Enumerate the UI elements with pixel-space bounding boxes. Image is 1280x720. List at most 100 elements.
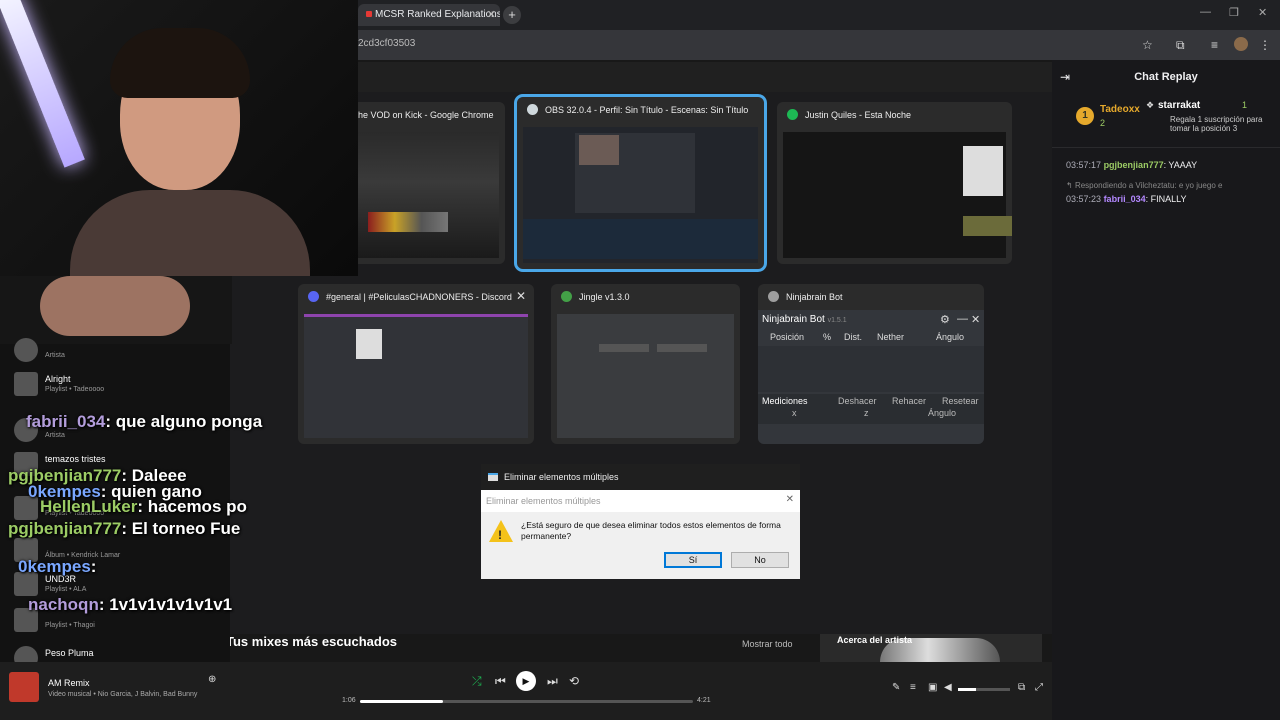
new-tab-button[interactable]: + bbox=[503, 6, 521, 24]
yes-button[interactable]: Sí bbox=[664, 552, 722, 568]
media-controls-icon[interactable]: ≡ bbox=[1211, 38, 1218, 52]
section-title: Tus mixes más escuchados bbox=[226, 634, 398, 649]
spotify-icon bbox=[787, 109, 798, 120]
hand bbox=[40, 276, 190, 336]
leaderboard: 1 Tadeoxx 2 ❖ starrakat 1 Regala 1 suscr… bbox=[1052, 96, 1280, 148]
window-thumbnail bbox=[783, 132, 1012, 258]
meas-col-x: x bbox=[792, 408, 797, 418]
close-window-button[interactable]: ✕ bbox=[516, 289, 526, 303]
miniplayer-icon[interactable]: ⧉ bbox=[1018, 682, 1025, 693]
chat-replay-panel: ⇥ Chat Replay 1 Tadeoxx 2 ❖ starrakat 1 … bbox=[1052, 60, 1280, 720]
previous-icon[interactable]: ⏮ bbox=[495, 674, 506, 689]
rank-badge: 1 bbox=[1076, 107, 1094, 125]
repeat-icon[interactable]: ⟲ bbox=[569, 674, 579, 688]
now-playing-art bbox=[9, 672, 39, 702]
window-discord[interactable]: #general | #PeliculasCHADNONERS - Discor… bbox=[298, 284, 534, 444]
window-title: Justin Quiles - Esta Noche bbox=[805, 110, 912, 120]
no-button[interactable]: No bbox=[731, 552, 789, 568]
window-spotify[interactable]: Justin Quiles - Esta Noche bbox=[777, 102, 1012, 264]
device-icon[interactable]: ▣ bbox=[928, 682, 937, 693]
webcam-secondary bbox=[0, 276, 232, 344]
lyrics-icon[interactable]: ✎ bbox=[892, 682, 900, 693]
gift-user: starrakat bbox=[1158, 100, 1201, 111]
window-title: OBS 32.0.4 - Perfil: Sin Título - Escena… bbox=[545, 105, 749, 115]
bookmark-star-icon[interactable]: ☆ bbox=[1142, 38, 1153, 52]
profile-avatar[interactable] bbox=[1234, 37, 1248, 51]
total-time: 4:21 bbox=[697, 697, 711, 704]
dialog-window-title: Eliminar elementos múltiples bbox=[504, 472, 619, 482]
window-thumbnail bbox=[523, 127, 758, 263]
overlay-chat-line: 0kempes: bbox=[18, 557, 97, 576]
col-dist: Dist. bbox=[844, 332, 862, 342]
volume-slider[interactable] bbox=[958, 688, 1010, 691]
webcam-overlay bbox=[0, 0, 358, 276]
col-percent: % bbox=[823, 332, 832, 342]
overlay-chat-line: pgjbenjian777: El torneo Fue bbox=[8, 519, 241, 538]
col-posicion: Posición bbox=[770, 332, 805, 342]
chat-message: 03:57:17 pgjbenjian777: YAAAY bbox=[1066, 160, 1198, 170]
streamer-body bbox=[70, 190, 310, 276]
shuffle-icon[interactable]: ⤮ bbox=[472, 674, 482, 689]
ring-light bbox=[0, 0, 85, 168]
window-obs[interactable]: OBS 32.0.4 - Perfil: Sin Título - Escena… bbox=[514, 94, 767, 272]
col-nether: Nether bbox=[877, 332, 905, 342]
gift-count: 1 bbox=[1242, 100, 1248, 110]
volume-icon[interactable]: ◀ bbox=[944, 682, 952, 693]
ninjabrain-version: v1.5.1 bbox=[827, 317, 847, 324]
overlay-chat-line: fabrii_034: que alguno ponga bbox=[26, 412, 263, 431]
jingle-icon bbox=[561, 291, 572, 302]
window-title: Ninjabrain Bot bbox=[786, 292, 843, 302]
about-artist-title: Acerca del artista bbox=[837, 635, 913, 645]
window-thumbnail bbox=[557, 314, 734, 438]
measurements-label: Mediciones bbox=[762, 396, 808, 406]
progress-bar[interactable] bbox=[360, 700, 693, 703]
minimize-icon: — bbox=[957, 313, 968, 325]
progress-fill bbox=[360, 700, 444, 703]
window-jingle[interactable]: Jingle v1.3.0 bbox=[551, 284, 740, 444]
now-playing-artists: Video musical • Nio Garcia, J Balvin, Ba… bbox=[48, 691, 198, 698]
now-playing-title: AM Remix bbox=[48, 678, 90, 688]
add-icon[interactable]: ⊕ bbox=[208, 674, 216, 685]
maximize-button[interactable]: ❐ bbox=[1229, 6, 1239, 19]
queue-icon[interactable]: ≡ bbox=[910, 682, 916, 693]
chat-title: Chat Replay bbox=[1134, 71, 1198, 83]
window-icon bbox=[488, 473, 498, 481]
reset-button: Resetear bbox=[942, 396, 979, 406]
discord-icon bbox=[308, 291, 319, 302]
window-thumbnail bbox=[356, 132, 499, 258]
show-all-link[interactable]: Mostrar todo bbox=[742, 639, 793, 649]
browser-tab[interactable]: MCSR Ranked Explanations | Th ✕ bbox=[358, 4, 500, 26]
elapsed-time: 1:06 bbox=[342, 697, 356, 704]
menu-dots-icon[interactable]: ⋮ bbox=[1259, 38, 1271, 52]
dialog-title: Eliminar elementos múltiples bbox=[486, 496, 601, 506]
dialog-close-button[interactable]: ✕ bbox=[786, 494, 794, 505]
confirm-dialog: Eliminar elementos múltiples ✕ ! ¿Está se… bbox=[481, 490, 800, 579]
redo-button: Rehacer bbox=[892, 396, 927, 406]
window-title: #general | #PeliculasCHADNONERS - Discor… bbox=[326, 292, 512, 302]
col-angulo: Ángulo bbox=[936, 332, 965, 342]
address-bar[interactable]: 2cd3cf03503 bbox=[358, 38, 415, 49]
tab-title: MCSR Ranked Explanations | Th bbox=[375, 9, 500, 20]
top-count: 2 bbox=[1100, 118, 1106, 128]
player-bar: AM Remix Video musical • Nio Garcia, J B… bbox=[0, 662, 1052, 720]
play-button[interactable]: ▶ bbox=[516, 671, 536, 691]
settings-gear-icon: ⚙ bbox=[940, 314, 950, 326]
next-icon[interactable]: ⏭ bbox=[547, 674, 558, 689]
extensions-icon[interactable]: ⧉ bbox=[1176, 38, 1185, 53]
window-ninjabrain[interactable]: Ninjabrain Bot Ninjabrain Bot v1.5.1 ⚙ —… bbox=[758, 284, 984, 444]
window-chrome-vod[interactable]: he VOD on Kick - Google Chrome bbox=[350, 102, 505, 264]
tab-close-button[interactable]: ✕ bbox=[487, 8, 496, 21]
delete-dialog-window: Eliminar elementos múltiples Eliminar el… bbox=[481, 464, 800, 579]
minimize-button[interactable]: — bbox=[1200, 6, 1211, 18]
streamer-hair bbox=[110, 28, 250, 98]
dialog-message: ¿Está seguro de que desea eliminar todos… bbox=[521, 520, 781, 541]
gift-icon: ❖ bbox=[1146, 100, 1155, 110]
close-icon: ✕ bbox=[971, 314, 981, 326]
overlay-chat-line: nachoqn: 1v1v1v1v1v1v1 bbox=[28, 595, 233, 614]
volume-fill bbox=[958, 688, 977, 691]
fullscreen-icon[interactable]: ⤢ bbox=[1035, 682, 1043, 693]
window-title: Jingle v1.3.0 bbox=[579, 292, 630, 302]
ninjabrain-thumbnail: Ninjabrain Bot v1.5.1 ⚙ — ✕ Posición % D… bbox=[758, 310, 984, 444]
chat-reply-indicator: ↰ Respondiendo a Vilcheztatu: e yo juego… bbox=[1066, 181, 1223, 190]
close-window-button[interactable]: ✕ bbox=[1258, 6, 1267, 19]
